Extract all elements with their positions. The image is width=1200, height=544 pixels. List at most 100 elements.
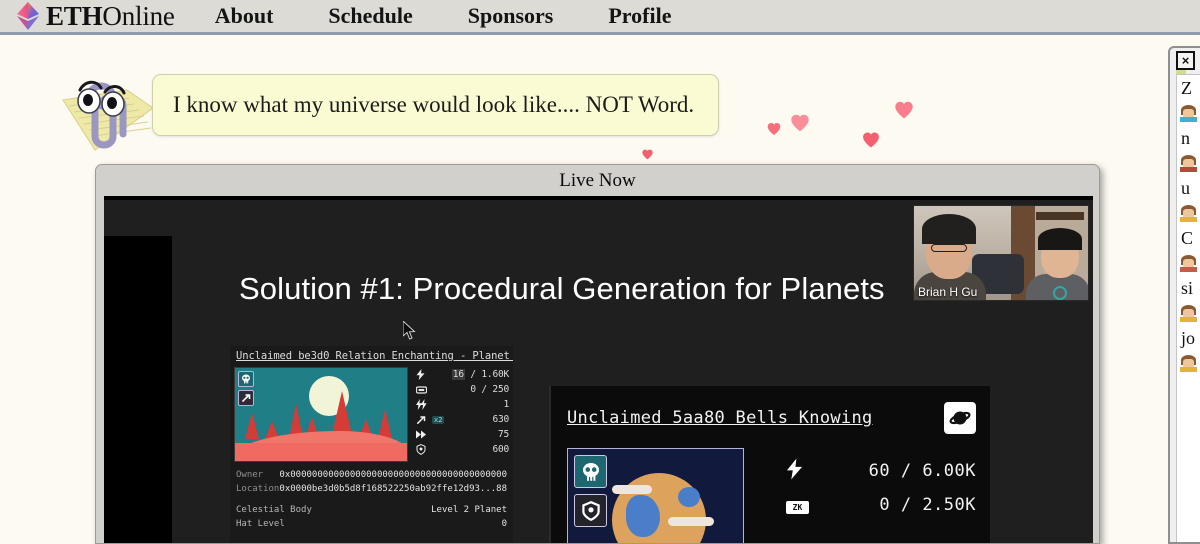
planet-card-left-body: 16 / 1.60K 0 / 250 1 x2 630 75 600 [230,367,513,462]
chat-message-avatar-row[interactable] [1177,151,1200,175]
avatar [1180,354,1197,372]
heart-icon [789,112,811,134]
nav-link-sponsors[interactable]: Sponsors [468,3,554,29]
planet-property-key: Location [236,484,280,494]
planet-property-value: 0x0000be3d0b5d8f168522250ab92ffe12d93...… [279,484,507,494]
avatar [1180,204,1197,222]
arrow-up-right-icon[interactable] [238,390,254,406]
multiplier-badge: x2 [432,415,445,424]
terrain-shape [235,443,407,461]
clippy-paperclip-icon[interactable] [55,62,160,157]
planet-property-value: 0x00000000000000000000000000000000000000… [279,470,507,480]
planet-property-key: Celestial Body [236,505,312,515]
planet-card-left-title: Unclaimed be3d0 Relation Enchanting - Pl… [236,350,513,362]
chat-message-avatar-row[interactable] [1177,201,1200,225]
live-window-title: Live Now [559,169,636,191]
planet-stat-row: 16 / 1.60K [416,367,509,382]
double-lightning-icon [416,399,430,410]
planet-details-card-right[interactable]: Unclaimed 5aa80 Bells Knowing 60 / 6.00K… [549,386,990,543]
shield-icon [416,444,430,455]
webcam-participant-name: Brian H Gu [918,285,978,299]
planet-stat-row: x2 630 [416,412,509,427]
planet-stat-row: 1 [416,397,509,412]
zk-chip-icon: ZK [786,501,809,514]
planet-stat-row: ZK 0 / 2.50K [786,488,976,522]
brand-logo[interactable]: ETHOnline [15,1,175,32]
video-stage[interactable]: Solution #1: Procedural Generation for P… [104,196,1093,543]
continent-shape [626,495,660,537]
heart-icon [641,148,654,161]
avatar [1180,154,1197,172]
nav-links: About Schedule Sponsors Profile [215,3,727,29]
shield-icon[interactable] [574,494,607,527]
nav-link-schedule[interactable]: Schedule [328,3,412,29]
nav-link-about[interactable]: About [215,3,274,29]
fast-forward-icon [416,430,430,439]
ethereum-diamond-icon [15,1,41,31]
planet-stat-value: 0 / 250 [470,384,509,395]
webcam-person-one-hair [922,214,976,244]
mouse-pointer-icon [403,321,416,340]
planet-property-row: Hat Level 0 [236,517,507,531]
planet-saturn-icon[interactable] [944,402,976,434]
planet-stat-row: 75 [416,427,509,442]
arrow-up-right-icon [416,415,430,425]
chat-message-text: si [1181,278,1194,298]
chat-sidebar-panel[interactable]: × Zn u Csi jo [1168,46,1200,544]
chat-message-text: Z [1181,78,1192,98]
chat-message-avatar-row[interactable] [1177,251,1200,275]
planet-stat-value: 600 [492,444,509,455]
planet-stat-value: 1 [503,399,509,410]
lightning-icon [786,458,803,479]
chat-message-text: C [1181,228,1194,248]
planet-property-value: 0 [501,519,507,529]
planet-card-right-stats: 60 / 6.00K ZK 0 / 2.50K [744,448,976,543]
planet-card-right-header: Unclaimed 5aa80 Bells Knowing [551,386,990,434]
avatar [1180,104,1197,122]
planet-stat-value: 0 / 2.50K [879,495,976,515]
planet-stat-row: 0 / 250 [416,382,509,397]
chat-message-list[interactable]: Zn u Csi jo [1176,74,1200,542]
clippy-speech-text: I know what my universe would look like.… [173,92,695,117]
planet-property-value: Level 2 Planet [431,505,507,515]
heart-icon [861,130,881,150]
planet-property-row: Owner 0x000000000000000000000000000000000… [236,468,507,482]
chat-message-text: jo [1181,328,1196,348]
cloud-shape [668,517,714,526]
planet-stat-value: 16 / 1.60K [451,369,509,380]
webcam-shelf [1036,212,1084,220]
letterbox-bar [104,236,172,543]
chat-message-avatar-row[interactable] [1177,101,1200,125]
planet-stat-value: 75 [497,429,509,440]
avatar [1180,304,1197,322]
cloud-shape [612,485,652,494]
skull-icon[interactable] [574,455,607,488]
avatar [1180,254,1197,272]
webcam-person-two-hair [1038,228,1082,250]
top-navigation-bar: ETHOnline About Schedule Sponsors Profil… [0,0,1200,35]
brand-name-bold: ETH [46,0,103,31]
chat-message-avatar-row[interactable] [1177,351,1200,375]
chat-message-avatar-row[interactable] [1177,301,1200,325]
planet-card-right-body: 60 / 6.00K ZK 0 / 2.50K [551,434,990,543]
webcam-overlay[interactable]: Brian H Gu [913,205,1089,301]
silver-bar-icon [416,385,430,394]
planet-stat-value: 630 [492,414,509,425]
close-icon[interactable]: × [1176,51,1195,70]
webcam-person-one-glasses [931,244,967,252]
skull-icon[interactable] [238,371,254,387]
planet-stat-row: 60 / 6.00K [786,454,976,488]
mountain-shape [245,413,259,439]
planet-details-card-left[interactable]: Unclaimed be3d0 Relation Enchanting - Pl… [230,346,513,543]
planet-card-right-title: Unclaimed 5aa80 Bells Knowing [567,408,873,428]
planet-stat-value: 60 / 6.00K [868,461,976,481]
heart-icon [766,121,782,137]
slide-title: Solution #1: Procedural Generation for P… [239,271,885,306]
planet-property-row: Celestial Body Level 2 Planet [236,503,507,517]
planet-artwork-left [234,367,408,462]
zk-chip-icon: ZK [786,495,826,515]
nav-link-profile[interactable]: Profile [608,3,671,29]
lightning-icon [416,369,430,380]
continent-shape [678,487,700,507]
brand-name-light: Online [102,0,175,31]
